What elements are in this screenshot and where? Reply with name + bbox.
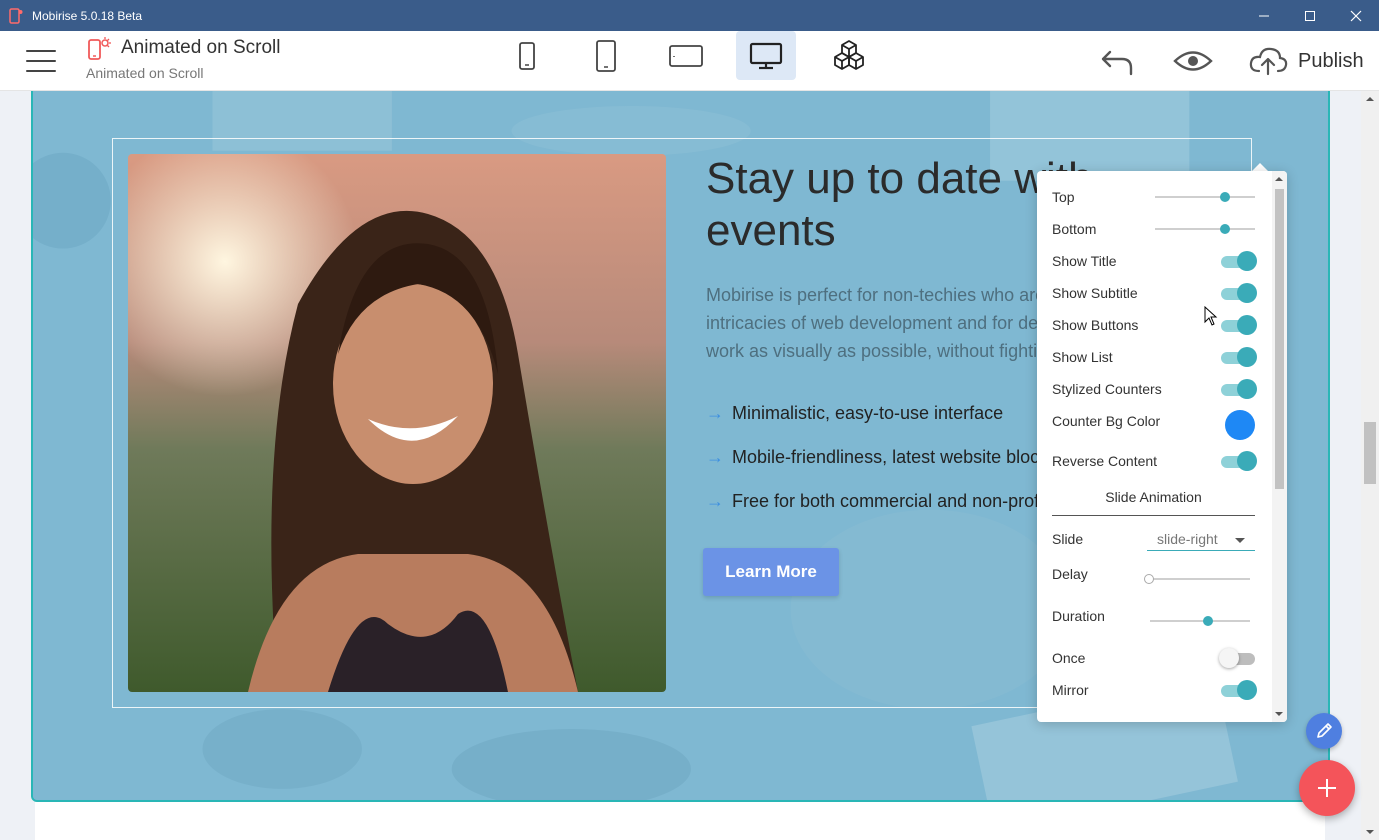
setting-once: Once: [1052, 644, 1255, 672]
bottom-slider[interactable]: [1155, 224, 1255, 234]
panel-scroll-thumb[interactable]: [1275, 189, 1284, 489]
show-subtitle-toggle[interactable]: [1221, 283, 1257, 303]
slider-knob[interactable]: [1144, 574, 1154, 584]
setting-show-subtitle: Show Subtitle: [1052, 279, 1257, 307]
slider-knob[interactable]: [1203, 616, 1213, 626]
cubes-icon: [834, 39, 864, 70]
preview-button[interactable]: [1172, 41, 1214, 81]
page-scrollbar[interactable]: [1361, 91, 1379, 840]
setting-reverse-content: Reverse Content: [1052, 447, 1257, 475]
once-toggle[interactable]: [1219, 648, 1255, 668]
window-title: Mobirise 5.0.18 Beta: [32, 8, 143, 23]
edit-block-button[interactable]: [1306, 713, 1342, 749]
next-block: [35, 802, 1325, 840]
phone-small-icon: [519, 41, 535, 70]
duration-slider[interactable]: [1150, 616, 1250, 626]
list-item-text: Free for both commercial and non-profit …: [732, 490, 1083, 511]
device-desktop-button[interactable]: [736, 31, 796, 80]
main-toolbar: Animated on Scroll Animated on Scroll Pu…: [0, 31, 1379, 91]
counter-color-swatch[interactable]: [1225, 410, 1255, 440]
site-title[interactable]: Animated on Scroll: [121, 37, 280, 59]
site-subtitle: Animated on Scroll: [86, 65, 204, 81]
scroll-up-arrow-icon[interactable]: [1366, 97, 1374, 101]
arrow-right-icon: →: [706, 490, 724, 511]
setting-stylized-counters: Stylized Counters: [1052, 375, 1257, 403]
arrow-right-icon: →: [706, 446, 724, 467]
slide-select[interactable]: slide-right: [1147, 529, 1255, 551]
mouse-cursor-icon: [1204, 306, 1218, 326]
show-title-toggle[interactable]: [1221, 251, 1257, 271]
setting-show-title: Show Title: [1052, 247, 1257, 275]
setting-show-list: Show List: [1052, 343, 1257, 371]
close-button[interactable]: [1333, 0, 1379, 31]
minimize-icon: [1259, 15, 1269, 16]
plus-icon: [1318, 779, 1336, 797]
cloud-upload-icon: [1249, 47, 1288, 76]
slider-knob[interactable]: [1220, 224, 1230, 234]
learn-more-button[interactable]: Learn More: [703, 548, 839, 596]
mobirise-app-icon: [8, 7, 24, 24]
device-phone-large-button[interactable]: [576, 31, 636, 80]
close-icon: [1350, 10, 1362, 21]
setting-counter-bg-color: Counter Bg Color: [1052, 407, 1255, 440]
setting-slide: Slide slide-right: [1052, 525, 1255, 553]
setting-duration: Duration: [1052, 602, 1255, 630]
minimize-button[interactable]: [1241, 0, 1287, 31]
app-window: Mobirise 5.0.18 Beta Animated on Scroll: [0, 0, 1379, 840]
reverse-content-toggle[interactable]: [1221, 451, 1257, 471]
mirror-toggle[interactable]: [1221, 680, 1257, 700]
scroll-down-arrow-icon[interactable]: [1366, 830, 1374, 834]
panel-scrollbar[interactable]: [1272, 171, 1287, 722]
setting-show-buttons: Show Buttons: [1052, 311, 1257, 339]
list-item-text: Mobile-friendliness, latest website bloc…: [732, 446, 1058, 467]
hamburger-icon[interactable]: [26, 50, 56, 74]
woman-photo[interactable]: [128, 154, 666, 692]
block-settings-panel: Top Bottom Show Title Show Subtitle Show…: [1037, 171, 1287, 722]
slide-select-value: slide-right: [1157, 531, 1218, 547]
tablet-icon: [669, 44, 703, 67]
show-list-toggle[interactable]: [1221, 347, 1257, 367]
setting-delay: Delay: [1052, 560, 1255, 588]
setting-mirror: Mirror: [1052, 676, 1257, 704]
phone-large-icon: [596, 39, 616, 72]
slide-animation-heading: Slide Animation: [1052, 489, 1255, 516]
setting-top: Top: [1052, 183, 1255, 211]
page-scroll-thumb[interactable]: [1364, 422, 1376, 484]
stylized-counters-toggle[interactable]: [1221, 379, 1257, 399]
publish-button[interactable]: Publish: [1248, 41, 1364, 81]
show-buttons-toggle[interactable]: [1221, 315, 1257, 335]
scroll-down-arrow-icon[interactable]: [1275, 712, 1283, 716]
slider-knob[interactable]: [1220, 192, 1230, 202]
publish-label: Publish: [1298, 49, 1364, 72]
delay-slider[interactable]: [1144, 574, 1250, 584]
site-phone-icon: [88, 37, 111, 60]
chevron-down-icon: [1235, 538, 1245, 543]
maximize-icon: [1305, 10, 1315, 21]
pencil-icon: [1317, 723, 1332, 738]
device-phone-small-button[interactable]: [497, 31, 557, 80]
device-tablet-button[interactable]: [656, 31, 716, 80]
setting-bottom: Bottom: [1052, 215, 1255, 243]
scroll-up-arrow-icon[interactable]: [1275, 177, 1283, 181]
arrow-right-icon: →: [706, 402, 724, 423]
list-item-text: Minimalistic, easy-to-use interface: [732, 402, 1004, 423]
eye-icon: [1173, 51, 1213, 71]
undo-button[interactable]: [1098, 41, 1136, 81]
window-title-bar: Mobirise 5.0.18 Beta: [0, 0, 1379, 31]
blocks-button[interactable]: [819, 31, 879, 80]
desktop-icon: [749, 42, 783, 69]
maximize-button[interactable]: [1287, 0, 1333, 31]
undo-icon: [1101, 50, 1133, 76]
top-slider[interactable]: [1155, 192, 1255, 202]
add-block-button[interactable]: [1299, 760, 1355, 816]
